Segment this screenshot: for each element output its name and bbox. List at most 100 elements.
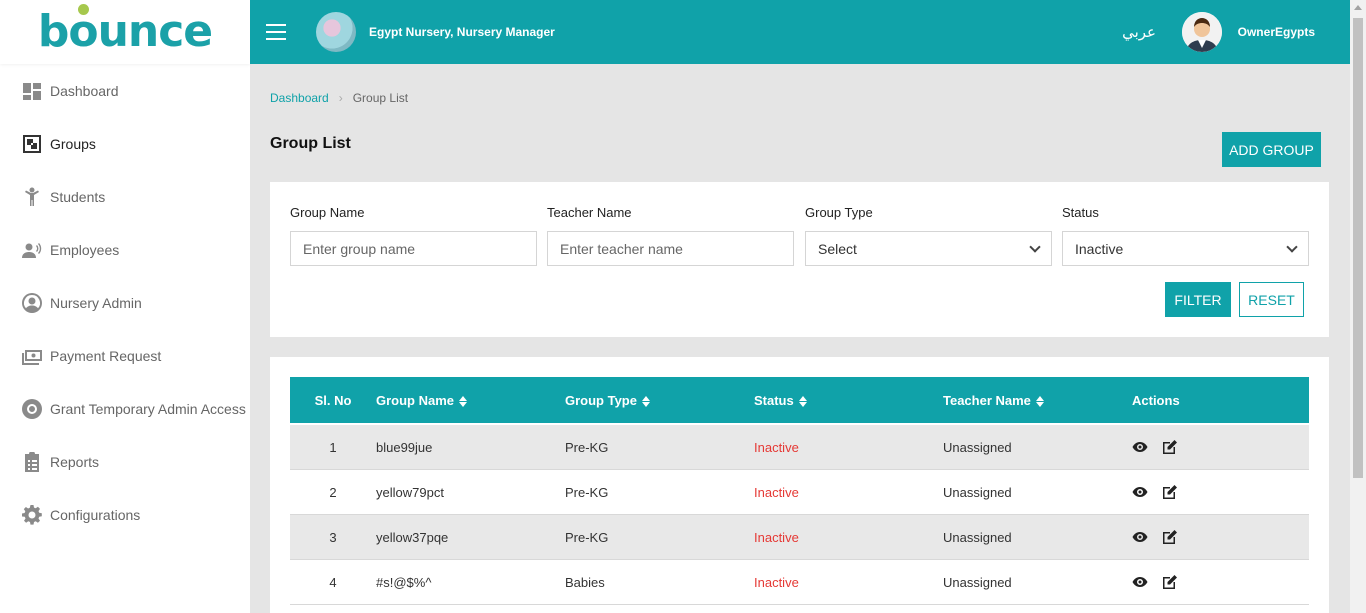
cell-teacher-name: Unassigned (943, 529, 1012, 545)
group-type-value: Select (818, 240, 857, 257)
gear-icon (22, 504, 42, 525)
main-content: Dashboard › Group List Group List ADD GR… (250, 64, 1350, 613)
status-value: Inactive (1075, 240, 1124, 257)
cell-sl-no: 4 (329, 574, 337, 590)
groups-icon (22, 134, 42, 154)
table-row: 4 #s!@$%^ Babies Inactive Unassigned (290, 560, 1309, 605)
reset-button[interactable]: RESET (1239, 282, 1304, 317)
cell-group-name: yellow79pct (376, 484, 444, 500)
filter-panel: Group Name Enter group name Teacher Name… (270, 182, 1329, 337)
edit-icon[interactable] (1162, 439, 1178, 455)
table-row: 3 yellow37pqe Pre-KG Inactive Unassigned (290, 515, 1309, 560)
username[interactable]: OwnerEgypts (1238, 25, 1315, 39)
add-group-button[interactable]: ADD GROUP (1222, 132, 1321, 167)
edit-icon[interactable] (1162, 529, 1178, 545)
status-badge: Inactive (754, 574, 799, 590)
filter-button[interactable]: FILTER (1165, 282, 1231, 317)
nursery-name: Egypt Nursery, Nursery Manager (369, 25, 555, 39)
teacher-name-input[interactable]: Enter teacher name (547, 231, 794, 266)
sort-icon[interactable] (641, 395, 650, 407)
sidebar-item-reports[interactable]: Reports (0, 435, 250, 488)
sidebar-item-configurations[interactable]: Configurations (0, 488, 250, 541)
sidebar-item-payment-request[interactable]: Payment Request (0, 329, 250, 382)
sidebar-item-groups[interactable]: Groups (0, 117, 250, 170)
sidebar-item-label: Students (50, 188, 106, 205)
page-title: Group List (270, 135, 351, 152)
cell-group-name: #s!@$%^ (376, 574, 432, 590)
page-scrollbar[interactable] (1350, 0, 1366, 613)
sidebar-item-label: Payment Request (50, 347, 162, 364)
cell-actions (1132, 529, 1309, 545)
cell-group-type: Pre-KG (565, 439, 609, 455)
cell-teacher-name: Unassigned (943, 574, 1012, 590)
sort-icon[interactable] (798, 395, 807, 407)
sidebar-item-nursery-admin[interactable]: Nursery Admin (0, 276, 250, 329)
sidebar-item-students[interactable]: Students (0, 170, 250, 223)
status-label: Status (1062, 205, 1099, 220)
sort-icon[interactable] (1035, 395, 1044, 407)
scroll-up-arrow-icon[interactable] (1354, 5, 1362, 10)
sidebar-item-label: Configurations (50, 506, 141, 523)
group-table-card: Sl. No Group Name Group Type Status Teac… (270, 357, 1329, 613)
group-name-filter: Group Name Enter group name (290, 205, 537, 266)
view-eye-icon[interactable] (1132, 484, 1148, 500)
student-icon (22, 187, 42, 207)
cell-actions (1132, 439, 1309, 455)
user-circle-icon (22, 292, 42, 313)
sidebar: bounce Dashboard Groups Students Employe… (0, 0, 250, 613)
menu-icon[interactable] (266, 24, 286, 40)
cell-group-name: blue99jue (376, 439, 433, 455)
top-header: Egypt Nursery, Nursery Manager عربي Owne… (250, 0, 1350, 64)
cell-sl-no: 1 (329, 439, 337, 455)
view-eye-icon[interactable] (1132, 439, 1148, 455)
edit-icon[interactable] (1162, 484, 1178, 500)
clipboard-icon (22, 451, 42, 472)
cell-group-type: Pre-KG (565, 484, 609, 500)
table-header: Sl. No Group Name Group Type Status Teac… (290, 377, 1309, 425)
cell-actions (1132, 574, 1309, 590)
group-type-select[interactable]: Select (805, 231, 1052, 266)
col-sl-no: Sl. No (314, 392, 352, 408)
col-status[interactable]: Status (754, 393, 943, 408)
edit-icon[interactable] (1162, 574, 1178, 590)
bounce-logo[interactable]: bounce (0, 0, 250, 64)
group-name-input[interactable]: Enter group name (290, 231, 537, 266)
cell-group-name: yellow37pqe (376, 529, 449, 545)
breadcrumb-current: Group List (352, 91, 409, 105)
col-group-name[interactable]: Group Name (376, 393, 565, 408)
money-icon (22, 346, 42, 366)
view-eye-icon[interactable] (1132, 529, 1148, 545)
col-actions: Actions (1132, 392, 1180, 408)
sidebar-item-dashboard[interactable]: Dashboard (0, 64, 250, 117)
col-teacher-name[interactable]: Teacher Name (943, 393, 1132, 408)
status-badge: Inactive (754, 529, 799, 545)
cell-group-type: Babies (565, 574, 605, 590)
group-name-label: Group Name (290, 205, 365, 220)
table-row: 2 yellow79pct Pre-KG Inactive Unassigned (290, 470, 1309, 515)
lifebuoy-icon (22, 398, 42, 419)
col-group-type[interactable]: Group Type (565, 393, 754, 408)
view-eye-icon[interactable] (1132, 574, 1148, 590)
sidebar-item-grant-temporary-admin-access[interactable]: Grant Temporary Admin Access (0, 382, 250, 435)
teacher-name-filter: Teacher Name Enter teacher name (547, 205, 794, 266)
breadcrumb-dashboard-link[interactable]: Dashboard (270, 91, 329, 105)
sidebar-item-label: Nursery Admin (50, 294, 142, 311)
status-filter: Status Inactive (1062, 205, 1309, 266)
sort-icon[interactable] (459, 395, 468, 407)
sidebar-nav: Dashboard Groups Students Employees Nurs… (0, 64, 250, 541)
nursery-logo (316, 12, 356, 52)
sidebar-item-label: Reports (50, 453, 100, 470)
language-toggle[interactable]: عربي (1122, 23, 1156, 41)
sidebar-item-label: Dashboard (50, 82, 119, 99)
cell-sl-no: 2 (329, 484, 337, 500)
group-table: Sl. No Group Name Group Type Status Teac… (290, 377, 1309, 605)
status-select[interactable]: Inactive (1062, 231, 1309, 266)
chevron-down-icon (1029, 240, 1041, 253)
teacher-name-label: Teacher Name (547, 205, 632, 220)
table-row: 1 blue99jue Pre-KG Inactive Unassigned (290, 425, 1309, 470)
sidebar-item-employees[interactable]: Employees (0, 223, 250, 276)
scrollbar-thumb[interactable] (1353, 18, 1363, 478)
chevron-right-icon: › (338, 91, 343, 105)
cell-teacher-name: Unassigned (943, 484, 1012, 500)
avatar[interactable] (1182, 12, 1222, 52)
